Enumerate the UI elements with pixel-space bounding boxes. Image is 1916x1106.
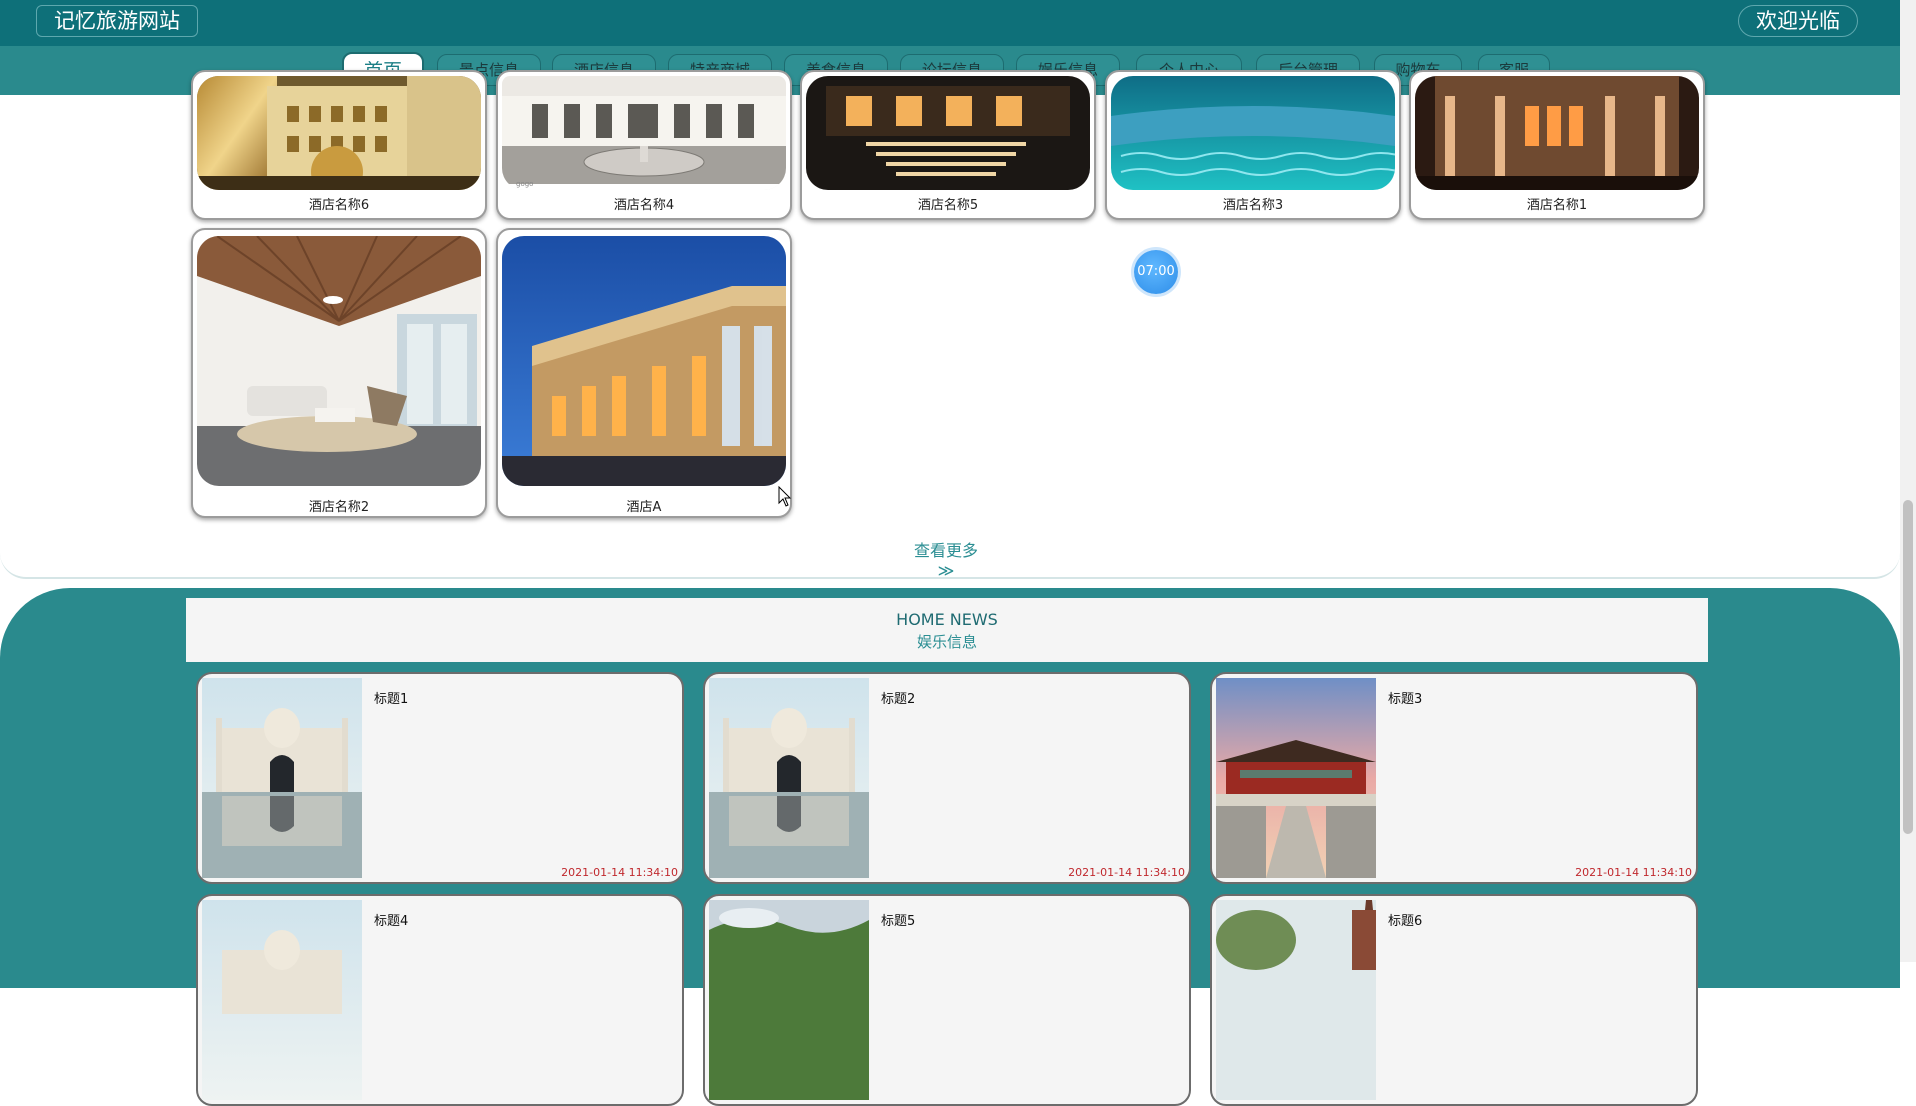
hotel-card[interactable]: 酒店名称1 bbox=[1409, 70, 1705, 220]
news-thumbnail[interactable] bbox=[202, 678, 362, 878]
photo-watermark: gogo bbox=[516, 180, 534, 188]
news-date: 2021-01-14 11:34:10 bbox=[1575, 866, 1692, 879]
hotel-photo[interactable] bbox=[197, 236, 481, 486]
hotel-card[interactable]: 酒店名称3 bbox=[1105, 70, 1401, 220]
view-more-link[interactable]: 查看更多≫ bbox=[906, 537, 986, 580]
hotel-card[interactable]: gogo 酒店名称4 bbox=[496, 70, 792, 220]
page-scrollbar[interactable] bbox=[1900, 0, 1916, 962]
scrollbar-thumb[interactable] bbox=[1903, 500, 1913, 834]
news-card[interactable]: 标题5 bbox=[703, 894, 1191, 1106]
news-header: HOME NEWS 娱乐信息 bbox=[186, 598, 1708, 662]
timer-badge[interactable]: 07:00 bbox=[1134, 250, 1178, 294]
news-thumbnail[interactable] bbox=[202, 900, 362, 1100]
news-card[interactable]: 标题1 2021-01-14 11:34:10 bbox=[196, 672, 684, 884]
news-heading-cn: 娱乐信息 bbox=[916, 633, 977, 651]
news-thumbnail[interactable] bbox=[1216, 900, 1376, 1100]
mouse-cursor-icon bbox=[778, 486, 792, 507]
hotel-name[interactable]: 酒店A bbox=[498, 496, 790, 515]
news-thumbnail[interactable] bbox=[709, 900, 869, 1100]
hotel-photo[interactable] bbox=[502, 76, 786, 190]
hotel-name[interactable]: 酒店名称4 bbox=[498, 194, 790, 213]
news-title[interactable]: 标题6 bbox=[1388, 910, 1422, 929]
news-card[interactable]: 标题4 bbox=[196, 894, 684, 1106]
news-title[interactable]: 标题1 bbox=[374, 688, 408, 707]
news-title[interactable]: 标题5 bbox=[881, 910, 915, 929]
welcome-badge: 欢迎光临 bbox=[1738, 5, 1858, 37]
hotel-photo[interactable] bbox=[806, 76, 1090, 190]
hotel-photo[interactable] bbox=[1111, 76, 1395, 190]
news-date: 2021-01-14 11:34:10 bbox=[561, 866, 678, 879]
news-card[interactable]: 标题2 2021-01-14 11:34:10 bbox=[703, 672, 1191, 884]
hotel-name[interactable]: 酒店名称2 bbox=[193, 496, 485, 515]
news-title[interactable]: 标题2 bbox=[881, 688, 915, 707]
news-card[interactable]: 标题6 bbox=[1210, 894, 1698, 1106]
hotel-photo[interactable] bbox=[197, 76, 481, 190]
hotel-card[interactable]: 酒店名称5 bbox=[800, 70, 1096, 220]
news-thumbnail[interactable] bbox=[709, 678, 869, 878]
news-heading-en: HOME NEWS bbox=[896, 610, 998, 629]
hotel-name[interactable]: 酒店名称3 bbox=[1107, 194, 1399, 213]
news-card[interactable]: 标题3 2021-01-14 11:34:10 bbox=[1210, 672, 1698, 884]
hotel-card[interactable]: 酒店名称6 bbox=[191, 70, 487, 220]
site-logo[interactable]: 记忆旅游网站 bbox=[36, 5, 198, 37]
hotel-name[interactable]: 酒店名称1 bbox=[1411, 194, 1703, 213]
news-title[interactable]: 标题4 bbox=[374, 910, 408, 929]
hotel-photo[interactable] bbox=[502, 236, 786, 486]
hotel-card[interactable]: 酒店名称2 bbox=[191, 228, 487, 518]
top-header: 记忆旅游网站 欢迎光临 bbox=[0, 0, 1900, 46]
hotel-name[interactable]: 酒店名称5 bbox=[802, 194, 1094, 213]
hotel-photo[interactable] bbox=[1415, 76, 1699, 190]
hotel-card[interactable]: 酒店A bbox=[496, 228, 792, 518]
news-title[interactable]: 标题3 bbox=[1388, 688, 1422, 707]
hotel-name[interactable]: 酒店名称6 bbox=[193, 194, 485, 213]
news-thumbnail[interactable] bbox=[1216, 678, 1376, 878]
news-date: 2021-01-14 11:34:10 bbox=[1068, 866, 1185, 879]
